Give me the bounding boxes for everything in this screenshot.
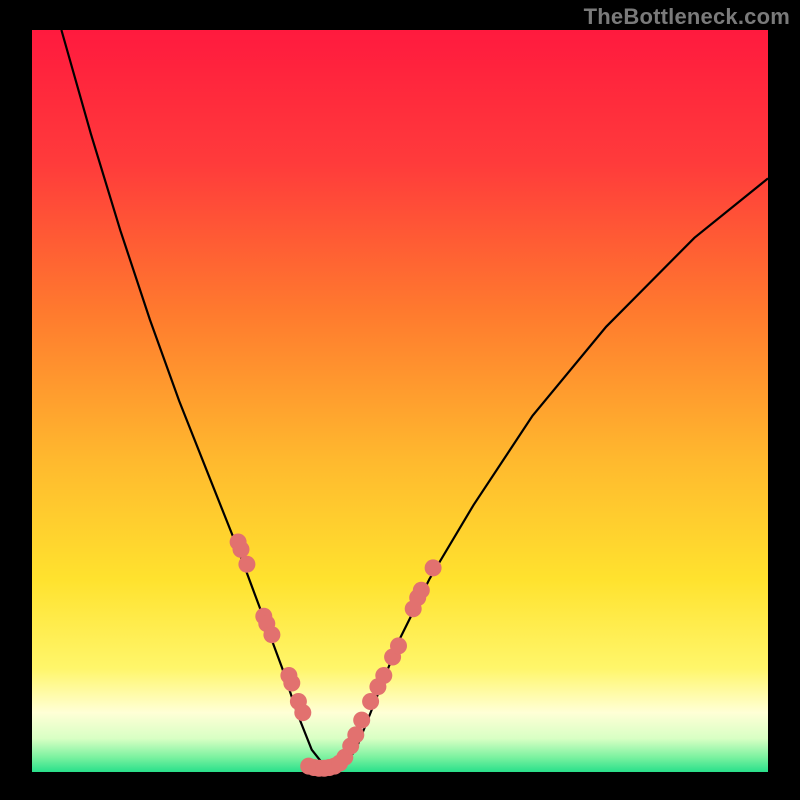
chart-stage: TheBottleneck.com xyxy=(0,0,800,800)
curve-marker xyxy=(331,755,348,772)
curve-marker xyxy=(238,556,255,573)
curve-marker xyxy=(375,667,392,684)
watermark-text: TheBottleneck.com xyxy=(584,4,790,30)
bottleneck-chart xyxy=(0,0,800,800)
curve-marker xyxy=(390,637,407,654)
curve-marker xyxy=(283,675,300,692)
curve-marker xyxy=(263,626,280,643)
curve-marker xyxy=(413,582,430,599)
curve-marker xyxy=(347,726,364,743)
curve-marker xyxy=(233,541,250,558)
curve-marker xyxy=(353,712,370,729)
curve-marker xyxy=(362,693,379,710)
curve-marker xyxy=(294,704,311,721)
curve-marker xyxy=(425,559,442,576)
